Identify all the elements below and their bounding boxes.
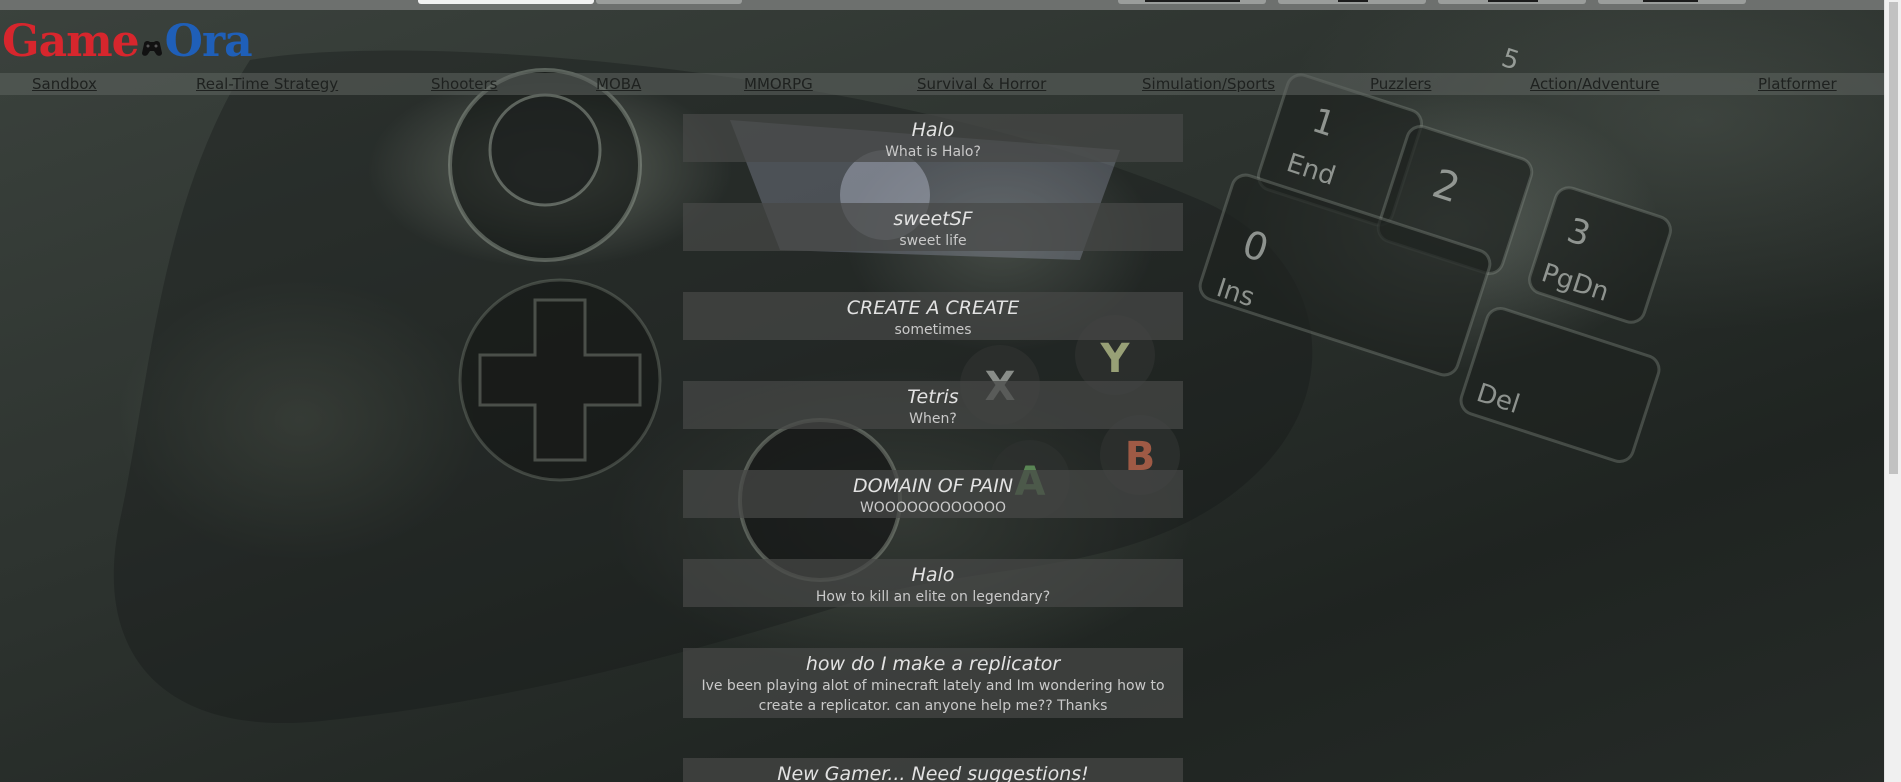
post-body: sometimes bbox=[894, 322, 972, 338]
nav-link-moba[interactable]: MOBA bbox=[596, 75, 641, 93]
nav-link-shooters[interactable]: Shooters bbox=[431, 75, 497, 93]
post-body: How to kill an elite on legendary? bbox=[815, 589, 1051, 605]
post-card[interactable]: CREATE A CREATE sometimes bbox=[683, 292, 1183, 340]
post-title[interactable]: New Gamer... Need suggestions! bbox=[683, 762, 1183, 782]
top-toolbar-strip bbox=[0, 0, 1885, 10]
nav-link-survival-horror[interactable]: Survival & Horror bbox=[917, 75, 1046, 93]
post-body: When? bbox=[909, 411, 957, 427]
site-logo[interactable]: Game Ora bbox=[2, 16, 253, 68]
nav-link-mmorpg[interactable]: MMORPG bbox=[744, 75, 813, 93]
post-card[interactable]: Halo What is Halo? bbox=[683, 114, 1183, 162]
post-card[interactable]: how do I make a replicator Ive been play… bbox=[683, 648, 1183, 718]
nav-link-puzzlers[interactable]: Puzzlers bbox=[1370, 75, 1431, 93]
top-toolbar-slot[interactable] bbox=[1438, 0, 1586, 4]
post-title[interactable]: Halo bbox=[683, 563, 1183, 587]
top-search-box[interactable] bbox=[418, 0, 594, 4]
post-body: WOOOOOOOOOOOO bbox=[859, 500, 1007, 516]
nav-link-platformer[interactable]: Platformer bbox=[1758, 75, 1837, 93]
nav-link-real-time-strategy[interactable]: Real-Time Strategy bbox=[196, 75, 338, 93]
gamepad-icon bbox=[140, 18, 164, 56]
nav-link-action-adventure[interactable]: Action/Adventure bbox=[1530, 75, 1660, 93]
genre-nav: Sandbox Real-Time Strategy Shooters MOBA… bbox=[0, 73, 1885, 95]
logo-text-ora: Ora bbox=[164, 16, 253, 67]
post-title[interactable]: Halo bbox=[683, 118, 1183, 142]
post-card[interactable]: DOMAIN OF PAIN WOOOOOOOOOOOO bbox=[683, 470, 1183, 518]
top-toolbar-slot[interactable] bbox=[596, 0, 742, 4]
scrollbar-thumb[interactable] bbox=[1889, 2, 1898, 474]
post-title[interactable]: sweetSF bbox=[683, 207, 1183, 231]
post-body: Ive been playing alot of minecraft latel… bbox=[701, 678, 1165, 714]
top-toolbar-slot[interactable] bbox=[1278, 0, 1426, 4]
post-title[interactable]: CREATE A CREATE bbox=[683, 296, 1183, 320]
post-card[interactable]: New Gamer... Need suggestions! bbox=[683, 758, 1183, 782]
page-scrollbar[interactable] bbox=[1884, 0, 1901, 782]
nav-link-sandbox[interactable]: Sandbox bbox=[32, 75, 97, 93]
logo-text-game: Game bbox=[2, 16, 140, 67]
post-card[interactable]: Halo How to kill an elite on legendary? bbox=[683, 559, 1183, 607]
post-body: sweet life bbox=[899, 233, 967, 249]
post-card[interactable]: Tetris When? bbox=[683, 381, 1183, 429]
top-toolbar-slot[interactable] bbox=[1118, 0, 1266, 4]
post-title[interactable]: Tetris bbox=[683, 385, 1183, 409]
top-toolbar-slot[interactable] bbox=[1598, 0, 1746, 4]
nav-link-simulation-sports[interactable]: Simulation/Sports bbox=[1142, 75, 1275, 93]
post-title[interactable]: DOMAIN OF PAIN bbox=[683, 474, 1183, 498]
post-body: What is Halo? bbox=[885, 144, 981, 160]
post-card[interactable]: sweetSF sweet life bbox=[683, 203, 1183, 251]
post-title[interactable]: how do I make a replicator bbox=[683, 652, 1183, 676]
